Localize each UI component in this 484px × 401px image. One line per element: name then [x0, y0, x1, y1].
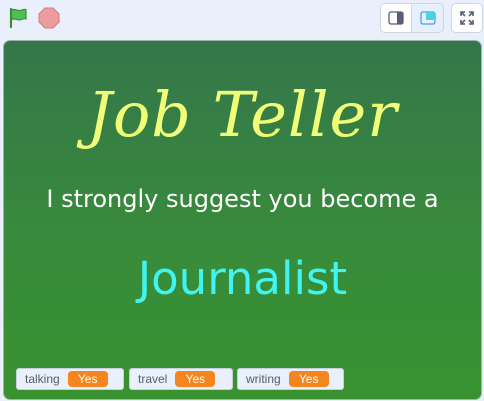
variable-monitor-writing[interactable]: writing Yes	[237, 368, 344, 390]
monitor-label: writing	[246, 372, 281, 386]
large-stage-button[interactable]	[412, 3, 444, 33]
variable-monitor-travel[interactable]: travel Yes	[129, 368, 233, 390]
monitor-value: Yes	[67, 371, 108, 387]
monitor-value: Yes	[175, 371, 216, 387]
stage-title: Job Teller	[87, 78, 398, 151]
fullscreen-icon	[460, 11, 474, 25]
variable-monitor-talking[interactable]: talking Yes	[16, 368, 124, 390]
large-stage-icon	[419, 11, 436, 25]
monitor-label: travel	[138, 372, 168, 386]
monitor-value: Yes	[288, 371, 329, 387]
fullscreen-button[interactable]	[451, 3, 483, 33]
monitor-label: talking	[25, 372, 60, 386]
stage-controls-bar	[0, 0, 484, 38]
green-flag-icon[interactable]	[6, 6, 30, 30]
stage-subtitle: I strongly suggest you become a	[46, 185, 439, 213]
small-stage-button[interactable]	[380, 3, 412, 33]
small-stage-icon	[388, 11, 404, 25]
job-answer: Journalist	[137, 252, 348, 305]
stage-canvas[interactable]: Job Teller I strongly suggest you become…	[3, 40, 482, 400]
stop-icon[interactable]	[37, 6, 61, 30]
